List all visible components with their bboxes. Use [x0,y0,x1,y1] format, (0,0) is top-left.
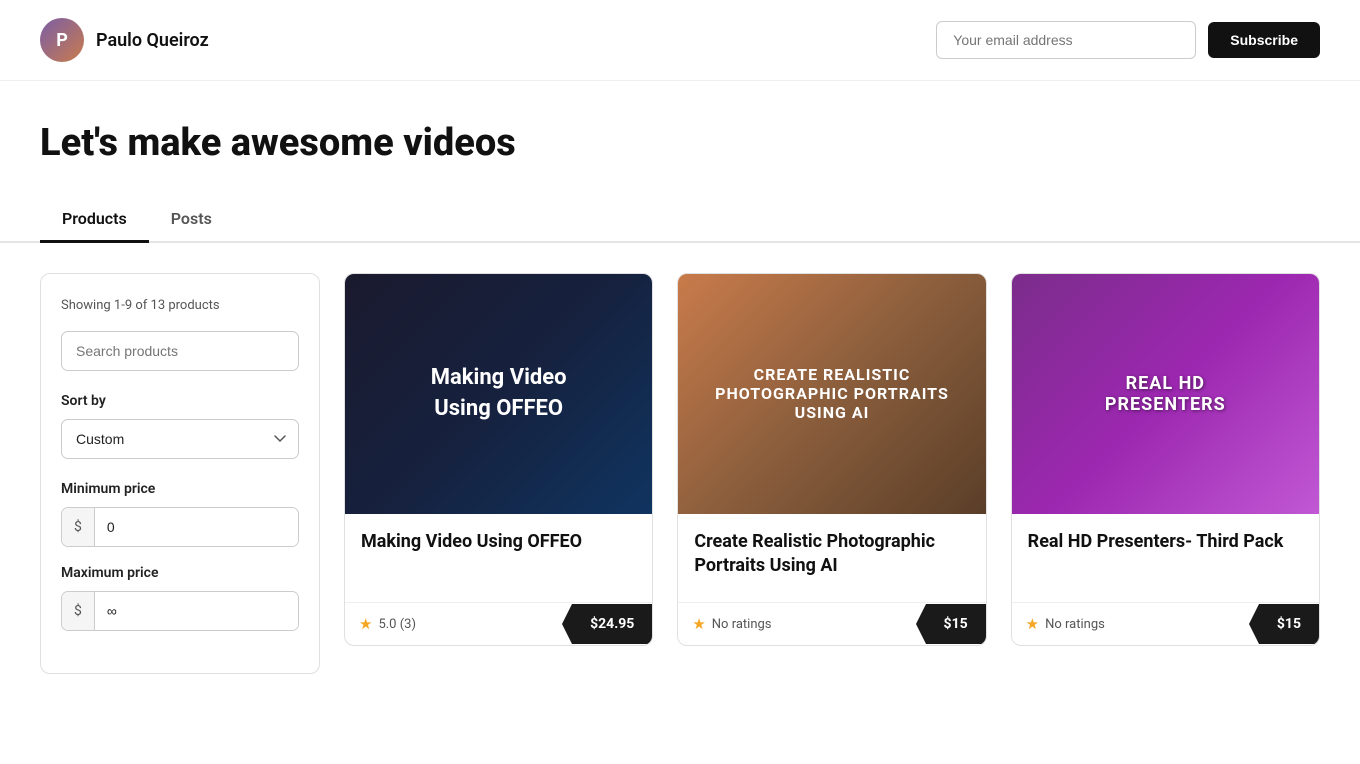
product-title-3: Real HD Presenters- Third Pack [1028,530,1303,554]
tab-posts[interactable]: Posts [149,197,234,243]
product-footer-3: ★ No ratings $15 [1012,602,1319,645]
page-title: Let's make awesome videos [40,121,1320,167]
rating-text-3: No ratings [1045,617,1105,632]
product-price-3[interactable]: $15 [1259,604,1319,644]
max-price-wrap: $ [61,591,299,631]
email-input[interactable] [936,21,1196,59]
product-title-2: Create Realistic Photographic Portraits … [694,530,969,579]
min-price-label: Minimum price [61,481,299,497]
min-price-symbol: $ [62,508,95,546]
product-card-3: REAL HDPRESENTERS Real HD Presenters- Th… [1011,273,1320,647]
products-grid: Making VideoUsing OFFEO Making Video Usi… [344,273,1320,647]
product-info-1: Making Video Using OFFEO [345,514,652,589]
product-card-1: Making VideoUsing OFFEO Making Video Usi… [344,273,653,647]
price-notch-2 [916,604,926,644]
product-rating-1: ★ 5.0 (3) [345,603,572,645]
max-price-symbol: $ [62,592,95,630]
star-icon-2: ★ [692,615,705,633]
price-value-2: $15 [944,616,968,632]
search-input[interactable] [61,331,299,371]
thumb-portraits: CREATE REALISTICPHOTOGRAPHIC PORTRAITSUS… [678,274,985,514]
price-notch-1 [562,604,572,644]
star-icon-3: ★ [1026,615,1039,633]
sort-select[interactable]: Custom Newest Oldest Price: Low to High … [61,419,299,459]
product-thumbnail-3: REAL HDPRESENTERS [1012,274,1319,514]
product-price-2[interactable]: $15 [926,604,986,644]
thumb-offeo: Making VideoUsing OFFEO [345,274,652,514]
thumb-portraits-text: CREATE REALISTICPHOTOGRAPHIC PORTRAITSUS… [705,355,959,432]
rating-text-2: No ratings [712,617,772,632]
product-price-1[interactable]: $24.95 [572,604,652,644]
product-card-2: CREATE REALISTICPHOTOGRAPHIC PORTRAITSUS… [677,273,986,647]
price-value-1: $24.95 [590,616,634,632]
filter-panel: Showing 1-9 of 13 products Sort by Custo… [40,273,320,674]
product-rating-2: ★ No ratings [678,603,925,645]
avatar: P [40,18,84,62]
min-price-wrap: $ [61,507,299,547]
rating-text-1: 5.0 (3) [378,617,416,632]
product-footer-1: ★ 5.0 (3) $24.95 [345,602,652,645]
price-value-3: $15 [1277,616,1301,632]
product-thumbnail-2: CREATE REALISTICPHOTOGRAPHIC PORTRAITSUS… [678,274,985,514]
thumb-offeo-text: Making VideoUsing OFFEO [411,343,587,445]
min-price-input[interactable] [95,508,299,546]
product-info-3: Real HD Presenters- Third Pack [1012,514,1319,589]
main-content: Showing 1-9 of 13 products Sort by Custo… [0,243,1360,704]
hero-section: Let's make awesome videos [0,81,1360,187]
thumb-presenters-text: REAL HDPRESENTERS [1085,353,1246,435]
tab-products[interactable]: Products [40,197,149,243]
showing-count: Showing 1-9 of 13 products [61,298,299,313]
creator-name: Paulo Queiroz [96,30,209,51]
page-header: P Paulo Queiroz Subscribe [0,0,1360,81]
tabs-nav: Products Posts [0,197,1360,243]
header-actions: Subscribe [936,21,1320,59]
product-rating-3: ★ No ratings [1012,603,1259,645]
thumb-presenters: REAL HDPRESENTERS [1012,274,1319,514]
subscribe-button[interactable]: Subscribe [1208,22,1320,58]
sort-by-label: Sort by [61,393,299,409]
price-notch-3 [1249,604,1259,644]
max-price-input[interactable] [95,592,299,630]
max-price-label: Maximum price [61,565,299,581]
product-info-2: Create Realistic Photographic Portraits … [678,514,985,589]
product-thumbnail-1: Making VideoUsing OFFEO [345,274,652,514]
star-icon-1: ★ [359,615,372,633]
product-title-1: Making Video Using OFFEO [361,530,636,554]
creator-info: P Paulo Queiroz [40,18,209,62]
product-footer-2: ★ No ratings $15 [678,602,985,645]
